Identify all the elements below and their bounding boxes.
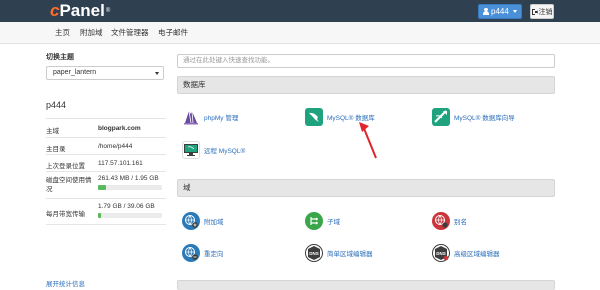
item-label: 重定向: [204, 251, 224, 258]
logout-icon: [531, 8, 538, 15]
logo-c: c: [50, 1, 60, 20]
disk-usage-progress-fill: [98, 185, 107, 190]
info-row-disk-usage: 磁盘空间使用情况 261.43 MB / 1.95 GB: [46, 171, 166, 198]
section-header-domains[interactable]: 域: [177, 179, 555, 197]
dns-simple-icon: DNS: [305, 244, 323, 262]
info-key: 上次登录位置: [46, 163, 85, 170]
expand-stats-link[interactable]: 展开统计信息: [46, 278, 85, 288]
redirects-link[interactable]: 重定向: [182, 244, 224, 262]
logout-label: 注销: [538, 8, 553, 16]
addon-domain-icon: [182, 212, 200, 230]
item-label: 简单区域编辑器: [327, 251, 373, 258]
redirect-icon: [182, 244, 200, 262]
mysql-database-icon: [305, 108, 323, 126]
mysql-wizard-link[interactable]: MySQL® 数据库向导: [432, 108, 515, 126]
top-bar: c Panel ® p444 注销: [0, 0, 600, 22]
alias-icon: [432, 212, 450, 230]
theme-label: 切换主题: [46, 54, 74, 61]
section-header-next[interactable]: [177, 280, 555, 290]
item-label: 别名: [454, 219, 467, 226]
info-key: 主目录: [46, 146, 66, 153]
logout-button[interactable]: 注销: [530, 4, 554, 19]
dns-advanced-icon: DNS: [432, 244, 450, 262]
item-label: 附加域: [204, 219, 224, 226]
disk-usage-progress: [98, 185, 162, 190]
bandwidth-progress: [98, 213, 162, 218]
nav-item-file-manager[interactable]: 文件管理器: [111, 22, 149, 44]
subdomains-link[interactable]: 子域: [305, 212, 340, 230]
phpmyadmin-link[interactable]: phpMy 管理: [182, 108, 238, 126]
user-menu-button[interactable]: p444: [478, 4, 522, 19]
remote-mysql-icon: [182, 141, 200, 159]
info-value: 1.79 GB / 39.06 GB: [98, 203, 155, 210]
info-value: 261.43 MB / 1.95 GB: [98, 175, 159, 182]
info-value: blogpark.com: [98, 125, 141, 132]
section-header-databases[interactable]: 数据库: [177, 76, 555, 94]
info-key: 主域: [46, 128, 59, 135]
phpmyadmin-icon: [182, 108, 200, 126]
nav-item-email[interactable]: 电子邮件: [158, 22, 188, 44]
nav-bar: 主页 附加域 文件管理器 电子邮件: [0, 22, 600, 44]
item-label: MySQL® 数据库向导: [454, 115, 515, 122]
item-label: 远程 MySQL®: [204, 148, 246, 155]
account-info-table: 主域 blogpark.com 主目录 /home/p444 上次登录位置 11…: [46, 118, 166, 225]
item-label: phpMy 管理: [204, 115, 239, 122]
user-label: p444: [491, 7, 509, 16]
info-value: 117.57.101.161: [98, 160, 143, 167]
info-row-primary-domain: 主域 blogpark.com: [46, 118, 166, 137]
advanced-zone-editor-link[interactable]: DNS 高级区域编辑器: [432, 244, 500, 262]
item-label: 高级区域编辑器: [454, 251, 500, 258]
info-row-bandwidth: 每月带宽传输 1.79 GB / 39.06 GB: [46, 198, 166, 225]
theme-select-value: paper_lantern: [53, 69, 97, 76]
item-label: 子域: [327, 219, 340, 226]
user-icon: [483, 8, 489, 15]
addon-domains-link[interactable]: 附加域: [182, 212, 224, 230]
info-row-last-login: 上次登录位置 117.57.101.161: [46, 154, 166, 171]
subdomain-icon: [305, 212, 323, 230]
annotation-arrow-icon: [359, 122, 377, 159]
mysql-wizard-icon: [432, 108, 450, 126]
info-key: 每月带宽传输: [46, 211, 85, 218]
nav-item-home[interactable]: 主页: [55, 22, 70, 44]
logo-panel: Panel: [59, 1, 105, 20]
info-value: /home/p444: [98, 143, 133, 150]
aliases-link[interactable]: 别名: [432, 212, 467, 230]
bandwidth-progress-fill: [98, 213, 102, 218]
theme-select[interactable]: paper_lantern: [46, 66, 164, 80]
info-key: 磁盘空间使用情况: [46, 177, 92, 193]
cpanel-logo[interactable]: c Panel ®: [50, 0, 110, 22]
remote-mysql-link[interactable]: 远程 MySQL®: [182, 141, 245, 159]
nav-item-addon-domains[interactable]: 附加域: [80, 22, 103, 44]
simple-zone-editor-link[interactable]: DNS 简单区域编辑器: [305, 244, 373, 262]
search-input[interactable]: 通过在此处键入快速查找功能。: [177, 54, 555, 68]
dns-badge: DNS: [309, 251, 319, 256]
info-row-home-dir: 主目录 /home/p444: [46, 137, 166, 154]
chevron-down-icon: [512, 10, 517, 13]
dns-badge: DNS: [436, 251, 446, 256]
account-username: p444: [46, 100, 67, 110]
logo-trademark: ®: [105, 8, 111, 14]
chevron-down-icon: [155, 72, 159, 75]
